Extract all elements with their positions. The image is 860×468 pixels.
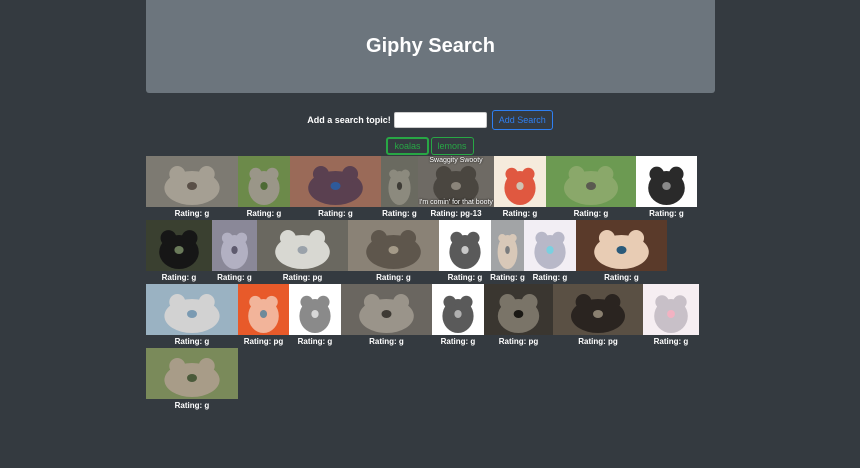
gif-image[interactable] — [238, 284, 289, 335]
gif-item: Rating: pg — [238, 284, 289, 346]
gif-rating: Rating: g — [369, 337, 404, 346]
gif-item: Rating: pg — [484, 284, 553, 346]
search-label: Add a search topic! — [307, 115, 391, 125]
gif-item: Rating: pg — [553, 284, 643, 346]
gif-item: Rating: g — [432, 284, 484, 346]
gif-item: Rating: g — [238, 156, 290, 218]
gif-image[interactable] — [524, 220, 576, 271]
gif-image[interactable] — [146, 156, 238, 207]
gif-rating: Rating: g — [174, 401, 210, 410]
gif-item: Rating: g — [636, 156, 697, 218]
gif-image[interactable] — [439, 220, 491, 271]
gif-item: Rating: g — [381, 156, 418, 218]
gif-item: Rating: g — [146, 284, 238, 346]
gif-item: Rating: pg — [257, 220, 348, 282]
gif-rating: Rating: g — [174, 209, 210, 218]
gif-item: Rating: g — [290, 156, 381, 218]
add-search-button[interactable]: Add Search — [491, 110, 553, 130]
gif-image[interactable] — [484, 284, 553, 335]
gif-image[interactable] — [553, 284, 643, 335]
gif-image[interactable] — [238, 156, 290, 207]
gif-item: Rating: g — [348, 220, 439, 282]
gif-row: Rating: g — [146, 348, 706, 412]
gif-grid: Rating: g Rating: g Rating: g Rating: g Swag… — [146, 156, 706, 412]
gif-item: Rating: g — [289, 284, 341, 346]
gif-row: Rating: g Rating: g Rating: pg Rating: g Rat… — [146, 220, 706, 284]
topic-button-koalas[interactable]: koalas — [386, 137, 429, 155]
gif-rating: Rating: g — [604, 273, 639, 282]
gif-rating: Rating: g — [382, 209, 417, 218]
gif-image[interactable] — [146, 284, 238, 335]
gif-rating: Rating: g — [649, 209, 684, 218]
gif-rating: Rating: g — [174, 337, 210, 346]
gif-item: Rating: g — [146, 220, 212, 282]
gif-rating: Rating: g — [318, 209, 353, 218]
topic-button-lemons[interactable]: lemons — [430, 137, 474, 155]
gif-item: Swaggity Swooty I'm comin' for that booty… — [418, 156, 494, 218]
gif-image[interactable] — [491, 220, 524, 271]
gif-image[interactable] — [289, 284, 341, 335]
gif-rating: Rating: g — [246, 209, 282, 218]
gif-rating: Rating: pg — [578, 337, 618, 346]
search-input[interactable] — [393, 112, 487, 128]
gif-item: Rating: g — [494, 156, 546, 218]
gif-image[interactable] — [146, 220, 212, 271]
gif-rating: Rating: g — [447, 273, 483, 282]
gif-image[interactable]: Swaggity Swooty I'm comin' for that booty — [418, 156, 494, 207]
topic-buttons: koalas lemons — [0, 137, 860, 155]
gif-item: Rating: g — [439, 220, 491, 282]
gif-item: Rating: g — [146, 348, 238, 410]
gif-rating: Rating: pg — [243, 337, 284, 346]
gif-rating: Rating: g — [297, 337, 333, 346]
page-title: Giphy Search — [366, 35, 495, 57]
gif-item: Rating: g — [341, 284, 432, 346]
gif-rating: Rating: g — [573, 209, 609, 218]
search-form: Add a search topic! Add Search — [0, 110, 860, 130]
gif-rating: Rating: g — [161, 273, 197, 282]
page-header: Giphy Search — [146, 0, 715, 93]
gif-rating: Rating: g — [440, 337, 476, 346]
gif-image[interactable] — [212, 220, 257, 271]
gif-image[interactable] — [432, 284, 484, 335]
gif-image[interactable] — [146, 348, 238, 399]
gif-rating: Rating: g — [376, 273, 411, 282]
gif-item: Rating: g — [576, 220, 667, 282]
gif-image[interactable] — [257, 220, 348, 271]
gif-rating: Rating: pg-13 — [430, 209, 482, 218]
gif-caption-bottom: I'm comin' for that booty — [419, 199, 493, 206]
gif-image[interactable] — [494, 156, 546, 207]
gif-rating: Rating: g — [653, 337, 689, 346]
gif-rating: Rating: g — [217, 273, 252, 282]
gif-row: Rating: g Rating: g Rating: g Rating: g Swag… — [146, 156, 706, 220]
gif-image[interactable] — [381, 156, 418, 207]
gif-caption-top: Swaggity Swooty — [429, 157, 483, 164]
gif-image[interactable] — [546, 156, 636, 207]
gif-item: Rating: g — [643, 284, 699, 346]
gif-rating: Rating: g — [490, 273, 525, 282]
gif-image[interactable] — [290, 156, 381, 207]
gif-image[interactable] — [643, 284, 699, 335]
gif-item: Rating: g — [524, 220, 576, 282]
gif-item: Rating: g — [546, 156, 636, 218]
gif-rating: Rating: pg — [498, 337, 539, 346]
gif-item: Rating: g — [490, 220, 525, 282]
gif-item: Rating: g — [146, 156, 238, 218]
gif-item: Rating: g — [212, 220, 257, 282]
gif-rating: Rating: pg — [282, 273, 323, 282]
gif-row: Rating: g Rating: pg Rating: g Rating: g Rat… — [146, 284, 706, 348]
gif-image[interactable] — [348, 220, 439, 271]
gif-image[interactable] — [636, 156, 697, 207]
gif-image[interactable] — [576, 220, 667, 271]
gif-rating: Rating: g — [532, 273, 568, 282]
gif-rating: Rating: g — [502, 209, 538, 218]
gif-image[interactable] — [341, 284, 432, 335]
